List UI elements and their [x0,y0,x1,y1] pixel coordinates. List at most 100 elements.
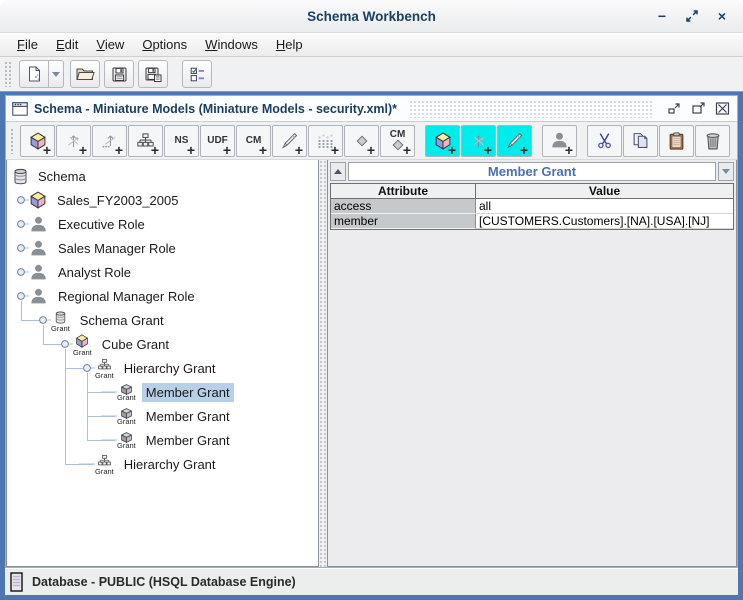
tree-row[interactable]: Sales Manager Role [7,236,318,260]
plus-overlay-icon: + [520,143,528,157]
value-cell[interactable]: all [476,199,733,214]
schema-toolbar-grip[interactable] [10,128,14,154]
value-cell[interactable]: [CUSTOMERS.Customers].[NA].[USA].[NJ] [476,214,733,229]
frame-maximize-button[interactable] [689,101,707,117]
attribute-cell[interactable]: member [331,214,476,229]
menu-view[interactable]: View [87,34,133,55]
delete-button[interactable] [695,125,730,157]
value-column-header[interactable]: Value [476,184,733,199]
schema-workbench-window: Schema Workbench − × FileEditViewOptions… [0,0,743,600]
attribute-table-header: Attribute Value [331,184,733,199]
save-as-button[interactable] [138,60,168,88]
tree-label[interactable]: Regional Manager Role [54,287,199,306]
preferences-button[interactable] [182,60,212,88]
tree-row[interactable]: GrantMember Grant [7,428,318,452]
grant-badge: Grant [95,372,114,379]
tree-label[interactable]: Executive Role [54,215,149,234]
tree-label[interactable]: Sales_FY2003_2005 [53,191,182,210]
add-named-set-button[interactable]: NS+ [164,125,199,157]
tree-expander-collapsed[interactable] [13,260,29,284]
split-divider[interactable] [319,160,327,567]
add-dimension-usage-button[interactable]: + [92,125,127,157]
add-property-button[interactable]: + [344,125,379,157]
statusbar: Database - PUBLIC (HSQL Database Engine) [5,568,738,595]
maximize-restore-icon [686,10,698,22]
tree-label-selected[interactable]: Member Grant [142,383,234,402]
collapse-editor-button[interactable] [330,162,346,181]
menu-windows[interactable]: Windows [196,34,267,55]
tree-expander-collapsed[interactable] [13,188,29,212]
add-calculated-member-property-button[interactable]: CM+ [380,125,415,157]
detail-panel: Member Grant Attribute Value accessallme… [327,160,737,567]
tree-label[interactable]: Member Grant [142,431,234,450]
tree-label[interactable]: Sales Manager Role [54,239,180,258]
tree-guide-line [21,320,39,321]
add-virtual-cube-dimension-button[interactable]: + [461,125,496,157]
add-virtual-cube-button[interactable]: + [425,125,460,157]
tree-label[interactable]: Hierarchy Grant [120,455,220,474]
tree-row[interactable]: Executive Role [7,212,318,236]
add-role-button[interactable]: + [542,125,577,157]
menu-help[interactable]: Help [267,34,312,55]
tree-label[interactable]: Schema [34,167,90,186]
split-content: Schema Sales_FY2003_2005 Executive Role Sal… [6,160,737,567]
tree-row[interactable]: GrantMember Grant [7,404,318,428]
plus-overlay-icon: + [331,143,339,157]
frame-minimize-button[interactable] [665,101,683,117]
tree-guide-line [21,301,22,320]
window-titlebar[interactable]: Schema Workbench − × [0,0,743,33]
new-button[interactable] [19,60,49,88]
maximize-button[interactable] [681,5,703,27]
dropdown-caret-icon [52,72,60,77]
tree-expander-collapsed[interactable] [13,212,29,236]
add-hierarchy-button[interactable]: + [128,125,163,157]
menu-edit[interactable]: Edit [47,34,87,55]
plus-overlay-icon: + [259,143,267,157]
add-cube-button[interactable]: + [20,125,55,157]
tree-label[interactable]: Cube Grant [98,335,173,354]
frame-close-button[interactable] [713,101,731,117]
cut-button[interactable] [587,125,622,157]
add-level-button[interactable]: + [272,125,307,157]
tree-expander-collapsed[interactable] [13,236,29,260]
tree-row[interactable]: GrantHierarchy Grant [7,452,318,476]
tree-label[interactable]: Hierarchy Grant [120,359,220,378]
plus-overlay-icon: + [151,143,159,157]
save-button[interactable] [104,60,134,88]
add-calculated-member-button[interactable]: CM+ [236,125,271,157]
minimize-button[interactable]: − [651,5,673,27]
add-udf-button[interactable]: UDF+ [200,125,235,157]
add-virtual-cube-measure-button[interactable]: + [497,125,532,157]
tree-row[interactable]: GrantSchema Grant [7,308,318,332]
schema-internal-frame: Schema - Miniature Models (Miniature Mod… [5,95,738,568]
add-dimension-button[interactable]: + [56,125,91,157]
new-file-icon [27,66,42,82]
tree-row[interactable]: Grant Hierarchy Grant [7,356,318,380]
menu-options[interactable]: Options [133,34,196,55]
internal-frame-title: Schema - Miniature Models (Miniature Mod… [34,102,397,116]
close-button[interactable]: × [711,5,733,27]
property-icon [356,135,368,147]
tree-label[interactable]: Analyst Role [54,263,135,282]
main-toolbar [0,57,743,91]
new-button-dropdown[interactable] [49,60,64,88]
toolbar-grip[interactable] [4,61,13,87]
attribute-cell[interactable]: access [331,199,476,214]
tree-row[interactable]: Sales_FY2003_2005 [7,188,318,212]
tree-row[interactable]: GrantMember Grant [7,380,318,404]
paste-button[interactable] [659,125,694,157]
tree-row[interactable]: Analyst Role [7,260,318,284]
tree-row[interactable]: Regional Manager Role [7,284,318,308]
copy-icon [632,132,649,149]
menu-file[interactable]: File [8,34,47,55]
expand-editor-button[interactable] [718,162,734,181]
tree-label[interactable]: Member Grant [142,407,234,426]
add-measure-button[interactable]: + [308,125,343,157]
copy-button[interactable] [623,125,658,157]
attribute-column-header[interactable]: Attribute [331,184,476,199]
tree-row[interactable]: Schema [7,164,318,188]
hierarchy-grant-icon: Grant [95,357,114,379]
internal-frame-titlebar[interactable]: Schema - Miniature Models (Miniature Mod… [6,96,737,122]
tree-label[interactable]: Schema Grant [76,311,168,330]
open-button[interactable] [70,60,100,88]
